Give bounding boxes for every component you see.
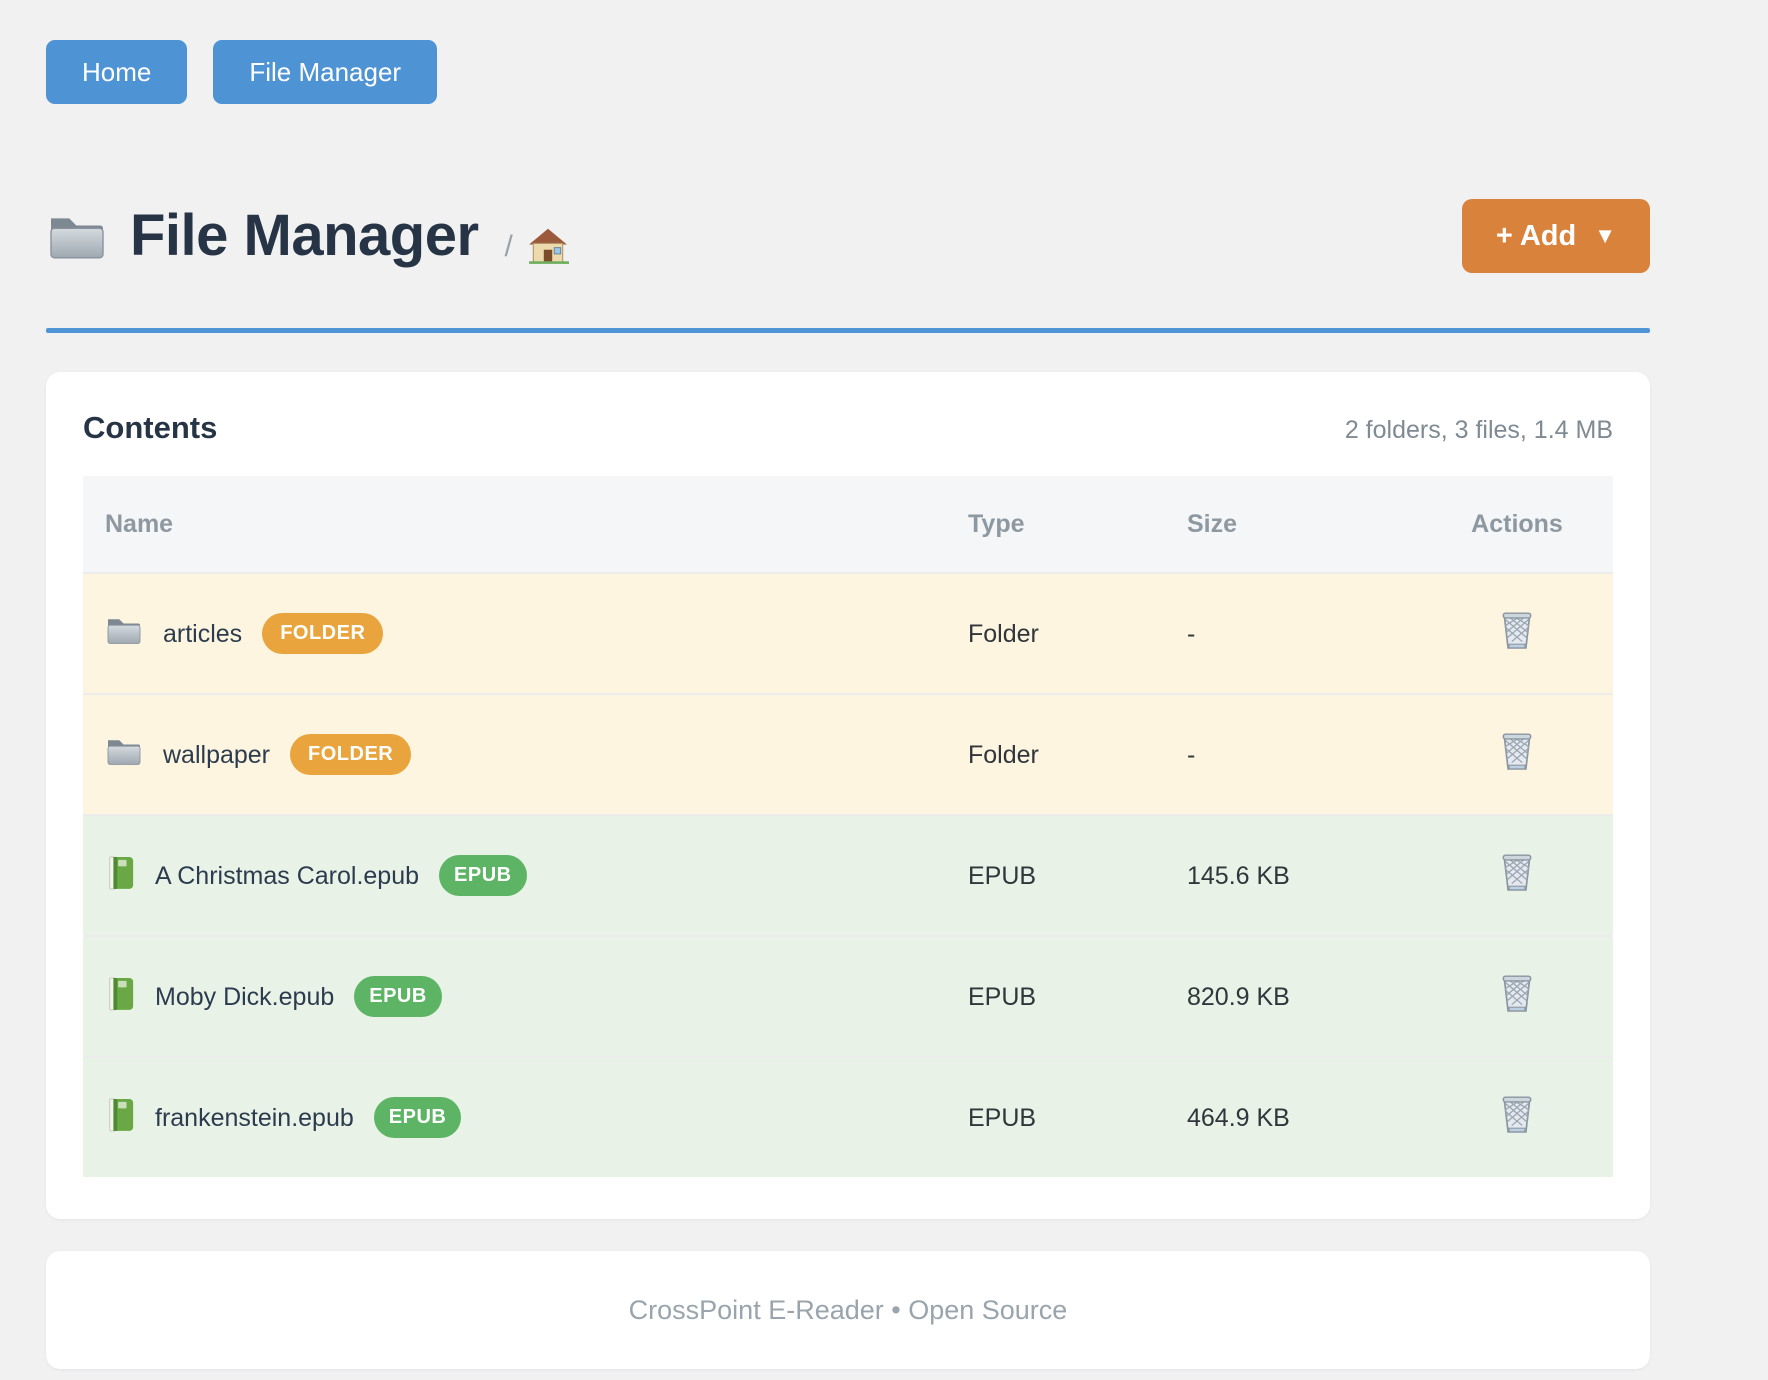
folder-badge: FOLDER: [262, 613, 383, 654]
file-type: EPUB: [968, 1057, 1187, 1177]
file-type: EPUB: [968, 936, 1187, 1057]
file-type: Folder: [968, 694, 1187, 815]
folder-icon: [46, 210, 108, 262]
epub-badge: EPUB: [374, 1097, 462, 1138]
book-icon: [105, 854, 135, 897]
footer: CrossPoint E-Reader • Open Source: [46, 1251, 1650, 1369]
delete-button[interactable]: [1499, 609, 1535, 651]
delete-button[interactable]: [1499, 730, 1535, 772]
house-icon[interactable]: [527, 225, 569, 265]
file-type: EPUB: [968, 815, 1187, 936]
delete-button[interactable]: [1499, 1093, 1535, 1135]
table-row-christmas-carol[interactable]: A Christmas Carol.epub EPUB EPUB 145.6 K…: [83, 815, 1613, 936]
files-table: Name Type Size Actions articles FOLDER F…: [83, 476, 1613, 1177]
trash-icon: [1499, 760, 1535, 775]
file-type: Folder: [968, 573, 1187, 694]
page-container: Home File Manager File Manager / + Add ▼…: [46, 0, 1650, 1369]
book-icon: [105, 1096, 135, 1139]
trash-icon: [1499, 1002, 1535, 1017]
contents-heading: Contents: [83, 410, 217, 446]
file-size: 820.9 KB: [1187, 936, 1421, 1057]
trash-icon: [1499, 639, 1535, 654]
trash-icon: [1499, 1123, 1535, 1138]
file-size: -: [1187, 573, 1421, 694]
page-header: File Manager / + Add ▼: [46, 190, 1650, 282]
nav-file-manager-button[interactable]: File Manager: [213, 40, 437, 104]
card-header: Contents 2 folders, 3 files, 1.4 MB: [83, 410, 1613, 446]
delete-button[interactable]: [1499, 972, 1535, 1014]
folder-icon: [105, 614, 143, 653]
file-size: -: [1187, 694, 1421, 815]
file-name: wallpaper: [163, 740, 270, 770]
header-divider: [46, 328, 1650, 333]
add-button-label: + Add: [1496, 220, 1576, 253]
column-header-actions: Actions: [1421, 476, 1613, 573]
top-nav: Home File Manager: [46, 40, 1650, 104]
title-group: File Manager /: [46, 190, 569, 282]
file-name: frankenstein.epub: [155, 1103, 354, 1133]
table-row-moby-dick[interactable]: Moby Dick.epub EPUB EPUB 820.9 KB: [83, 936, 1613, 1057]
book-icon: [105, 975, 135, 1018]
file-size: 464.9 KB: [1187, 1057, 1421, 1177]
folder-badge: FOLDER: [290, 734, 411, 775]
epub-badge: EPUB: [354, 976, 442, 1017]
epub-badge: EPUB: [439, 855, 527, 896]
trash-icon: [1499, 881, 1535, 896]
contents-card: Contents 2 folders, 3 files, 1.4 MB Name…: [46, 372, 1650, 1219]
delete-button[interactable]: [1499, 851, 1535, 893]
table-header-row: Name Type Size Actions: [83, 476, 1613, 573]
table-row-frankenstein[interactable]: frankenstein.epub EPUB EPUB 464.9 KB: [83, 1057, 1613, 1177]
file-size: 145.6 KB: [1187, 815, 1421, 936]
add-button[interactable]: + Add ▼: [1462, 199, 1650, 273]
column-header-name: Name: [83, 476, 968, 573]
table-row-articles[interactable]: articles FOLDER Folder -: [83, 573, 1613, 694]
folder-icon: [105, 735, 143, 774]
file-name: Moby Dick.epub: [155, 982, 334, 1012]
contents-summary: 2 folders, 3 files, 1.4 MB: [1345, 416, 1613, 445]
page-title: File Manager: [130, 190, 479, 282]
nav-home-button[interactable]: Home: [46, 40, 187, 104]
file-name: articles: [163, 619, 242, 649]
column-header-size: Size: [1187, 476, 1421, 573]
breadcrumb-separator: /: [505, 230, 513, 264]
file-name: A Christmas Carol.epub: [155, 861, 419, 891]
column-header-type: Type: [968, 476, 1187, 573]
table-row-wallpaper[interactable]: wallpaper FOLDER Folder -: [83, 694, 1613, 815]
footer-text: CrossPoint E-Reader • Open Source: [629, 1295, 1068, 1326]
caret-down-icon: ▼: [1594, 225, 1616, 247]
